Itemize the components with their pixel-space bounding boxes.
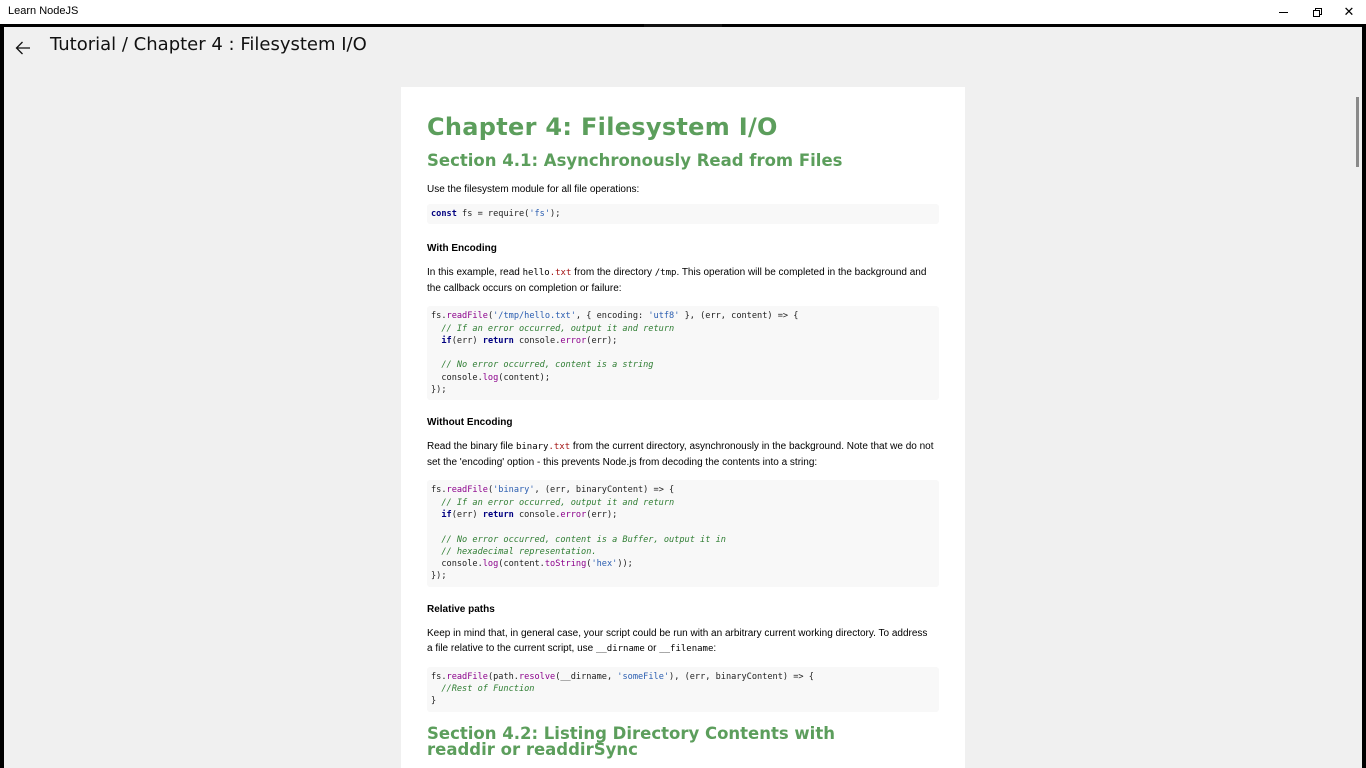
window-title: Learn NodeJS xyxy=(8,5,79,17)
paragraph-without-encoding: Read the binary file binary.txt from the… xyxy=(427,441,934,469)
section-title: Section 4.1: Asynchronously Read from Fi… xyxy=(427,151,843,170)
window-titlebar: Learn NodeJS ✕ xyxy=(0,0,1366,24)
subheading-relative-paths: Relative paths xyxy=(427,603,495,615)
close-button[interactable]: ✕ xyxy=(1326,0,1366,24)
code-block-with-encoding: fs.readFile('/tmp/hello.txt', { encoding… xyxy=(427,306,939,401)
paragraph-with-encoding: In this example, read hello.txt from the… xyxy=(427,267,927,295)
back-button[interactable] xyxy=(8,33,38,63)
document-card: Chapter 4: Filesystem I/O Section 4.1: A… xyxy=(401,87,965,768)
scrollbar-thumb[interactable] xyxy=(1356,97,1359,167)
restore-icon xyxy=(1312,7,1322,17)
window-frame-right xyxy=(1362,24,1366,768)
code-block-require: const fs = require('fs'); xyxy=(427,204,939,225)
minimize-icon xyxy=(1278,11,1288,13)
page-title: Tutorial / Chapter 4 : Filesystem I/O xyxy=(50,34,367,55)
chapter-title: Chapter 4: Filesystem I/O xyxy=(427,113,778,141)
paragraph-relative-paths: Keep in mind that, in general case, your… xyxy=(427,627,928,654)
code-block-without-encoding: fs.readFile('binary', (err, binaryConten… xyxy=(427,480,939,587)
subheading-with-encoding: With Encoding xyxy=(427,243,497,255)
app-content: Tutorial / Chapter 4 : Filesystem I/O Ch… xyxy=(4,27,1362,768)
close-icon: ✕ xyxy=(1343,4,1355,20)
code-block-relative-paths: fs.readFile(path.resolve(__dirname, 'som… xyxy=(427,666,939,712)
code-line: const fs = require('fs'); xyxy=(431,209,561,219)
intro-paragraph: Use the filesystem module for all file o… xyxy=(427,184,640,195)
back-arrow-icon xyxy=(15,41,30,55)
section-title-2: Section 4.2: Listing Directory Contents … xyxy=(427,723,835,759)
subheading-without-encoding: Without Encoding xyxy=(427,417,513,429)
